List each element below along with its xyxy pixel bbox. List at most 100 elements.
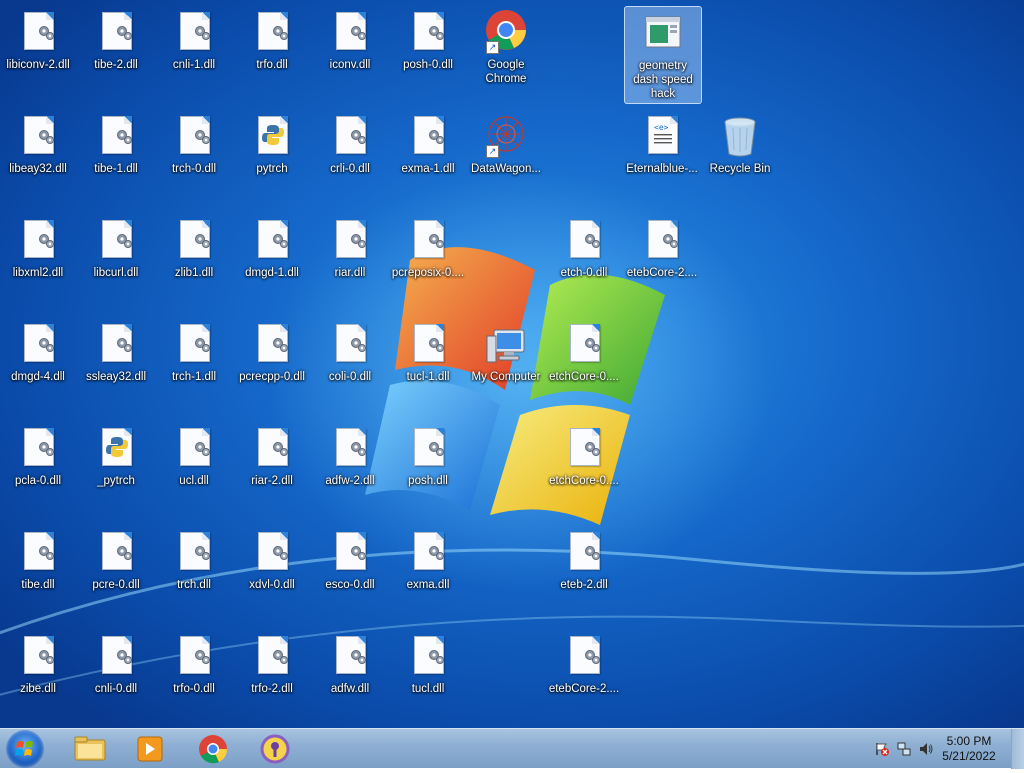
desktop-icon-posh-dll[interactable]: posh.dll (390, 422, 466, 518)
desktop-icon-label: libeay32.dll (9, 163, 67, 175)
desktop-icon-pcreposix-0[interactable]: pcreposix-0.... (390, 214, 466, 310)
desktop-icon-recycle-bin[interactable]: Recycle Bin (702, 110, 778, 206)
desktop-icon-tibe-dll[interactable]: tibe.dll (0, 526, 76, 622)
action-center-flag-icon[interactable] (874, 741, 890, 757)
desktop-icon-label: libxml2.dll (12, 267, 64, 279)
desktop-icon-label: My Computer (471, 371, 541, 383)
taskbar-file-explorer[interactable] (62, 731, 116, 767)
desktop-icon-eteb-2-dll[interactable]: eteb-2.dll (546, 526, 622, 622)
folder-icon (74, 736, 106, 761)
desktop-icon-label: trch-1.dll (171, 371, 217, 383)
desktop-icon-cnli-0-dll[interactable]: cnli-0.dll (78, 630, 154, 726)
desktop-icon-exma-dll[interactable]: exma.dll (390, 526, 466, 622)
dll-file-icon (258, 636, 288, 674)
dll-file-icon (24, 12, 54, 50)
desktop-icon-pcre-0-dll[interactable]: pcre-0.dll (78, 526, 154, 622)
start-button[interactable] (6, 730, 44, 768)
desktop-icon-glyph (564, 220, 604, 264)
desktop-icon-libxml2-dll[interactable]: libxml2.dll (0, 214, 76, 310)
desktop-icon-label: libiconv-2.dll (6, 59, 70, 71)
desktop-icon-glyph (408, 220, 448, 264)
desktop-icon-pcla-0-dll[interactable]: pcla-0.dll (0, 422, 76, 518)
system-tray: 5:00 PM 5/21/2022 (854, 729, 1024, 769)
desktop-icon-trch-0-dll[interactable]: trch-0.dll (156, 110, 232, 206)
dll-file-icon (24, 116, 54, 154)
desktop-icon-etebcore-2[interactable]: etebCore-2.... (624, 214, 700, 310)
desktop-icon-libcurl-dll[interactable]: libcurl.dll (78, 214, 154, 310)
desktop-icon-coli-0-dll[interactable]: coli-0.dll (312, 318, 388, 414)
desktop-icon-label: trfo-2.dll (251, 683, 293, 695)
desktop-icon-esco-0-dll[interactable]: esco-0.dll (312, 526, 388, 622)
network-icon[interactable] (896, 741, 912, 757)
desktop-icon-posh-0-dll[interactable]: posh-0.dll (390, 6, 466, 102)
clock[interactable]: 5:00 PM 5/21/2022 (934, 734, 1004, 764)
taskbar-chrome[interactable] (186, 731, 240, 767)
desktop-icon-iconv-dll[interactable]: iconv.dll (312, 6, 388, 102)
desktop-icon-etch-0-dll[interactable]: etch-0.dll (546, 214, 622, 310)
dll-file-icon (180, 12, 210, 50)
desktop-icon-ssleay32-dll[interactable]: ssleay32.dll (78, 318, 154, 414)
desktop-icon-riar-dll[interactable]: riar.dll (312, 214, 388, 310)
desktop-icon-etchcore-0[interactable]: etchCore-0.... (546, 422, 622, 518)
desktop-icon-tucl-dll[interactable]: tucl.dll (390, 630, 466, 726)
desktop-icon-glyph (252, 220, 292, 264)
desktop-icon-etchcore-0[interactable]: etchCore-0.... (546, 318, 622, 414)
desktop-icon-trfo-dll[interactable]: trfo.dll (234, 6, 310, 102)
desktop-icon-tucl-1-dll[interactable]: tucl-1.dll (390, 318, 466, 414)
clock-time: 5:00 PM (946, 734, 992, 748)
volume-icon[interactable] (918, 741, 934, 757)
desktop-icon-glyph (18, 532, 58, 576)
desktop-icon-glyph (18, 116, 58, 160)
desktop-icon-eternalblue[interactable]: <e> Eternalblue-... (624, 110, 700, 206)
desktop-icon-dmgd-1-dll[interactable]: dmgd-1.dll (234, 214, 310, 310)
desktop-icon-pytrch[interactable]: pytrch (234, 110, 310, 206)
desktop-icon-my-computer[interactable]: My Computer (468, 318, 544, 414)
desktop-icon-glyph (408, 12, 448, 56)
dll-file-icon (414, 428, 444, 466)
desktop-icon-crli-0-dll[interactable]: crli-0.dll (312, 110, 388, 206)
desktop-icon-libeay32-dll[interactable]: libeay32.dll (0, 110, 76, 206)
taskbar-keyring-app[interactable] (248, 731, 302, 767)
desktop-icon-label: zlib1.dll (174, 267, 214, 279)
desktop-icon-label: tibe-2.dll (94, 59, 138, 71)
desktop-icon-google-chrome[interactable]: ↗ Google Chrome (468, 6, 544, 102)
desktop-icon-trch-1-dll[interactable]: trch-1.dll (156, 318, 232, 414)
desktop-icon-dmgd-4-dll[interactable]: dmgd-4.dll (0, 318, 76, 414)
desktop-icon-glyph (174, 12, 214, 56)
desktop-icon-exma-1-dll[interactable]: exma-1.dll (390, 110, 466, 206)
desktop-icon-tibe-2-dll[interactable]: tibe-2.dll (78, 6, 154, 102)
dll-file-icon (180, 532, 210, 570)
desktop-icon-zlib1-dll[interactable]: zlib1.dll (156, 214, 232, 310)
desktop-icon-zibe-dll[interactable]: zibe.dll (0, 630, 76, 726)
desktop-icon-cnli-1-dll[interactable]: cnli-1.dll (156, 6, 232, 102)
desktop-icon-glyph (174, 428, 214, 472)
taskbar-media-player[interactable] (122, 731, 176, 767)
desktop-icon-etebcore-2[interactable]: etebCore-2.... (546, 630, 622, 726)
desktop-icon-geometry-dash-speed-hack[interactable]: geometry dash speed hack (624, 6, 702, 104)
dll-file-icon (258, 324, 288, 362)
desktop-icon-riar-2-dll[interactable]: riar-2.dll (234, 422, 310, 518)
desktop-icon-glyph (96, 428, 136, 472)
desktop-icon-label: Recycle Bin (709, 163, 771, 175)
desktop-icon-label: riar.dll (334, 267, 366, 279)
desktop-icon-trch-dll[interactable]: trch.dll (156, 526, 232, 622)
desktop-icon-xdvl-0-dll[interactable]: xdvl-0.dll (234, 526, 310, 622)
desktop-icon-pcrecpp-0-dll[interactable]: pcrecpp-0.dll (234, 318, 310, 414)
desktop-icon-label: zibe.dll (20, 683, 56, 695)
desktop-icon-adfw-dll[interactable]: adfw.dll (312, 630, 388, 726)
desktop-icon-trfo-0-dll[interactable]: trfo-0.dll (156, 630, 232, 726)
desktop-icon-datawagon[interactable]: ↗ DataWagon... (468, 110, 544, 206)
desktop-icon-tibe-1-dll[interactable]: tibe-1.dll (78, 110, 154, 206)
desktop-icon-glyph (252, 12, 292, 56)
desktop-icon-trfo-2-dll[interactable]: trfo-2.dll (234, 630, 310, 726)
desktop-icon-pytrch[interactable]: _pytrch (78, 422, 154, 518)
desktop[interactable]: libiconv-2.dll tibe-2.dll cnli-1.dll trfo.d… (0, 0, 1024, 728)
desktop-icon-ucl-dll[interactable]: ucl.dll (156, 422, 232, 518)
windows-logo-icon (15, 741, 33, 756)
show-desktop-button[interactable] (1011, 729, 1024, 769)
application-window-icon (645, 16, 681, 48)
desktop-icon-adfw-2-dll[interactable]: adfw-2.dll (312, 422, 388, 518)
desktop-icon-glyph (330, 428, 370, 472)
desktop-icon-glyph (564, 428, 604, 472)
desktop-icon-libiconv-2-dll[interactable]: libiconv-2.dll (0, 6, 76, 102)
